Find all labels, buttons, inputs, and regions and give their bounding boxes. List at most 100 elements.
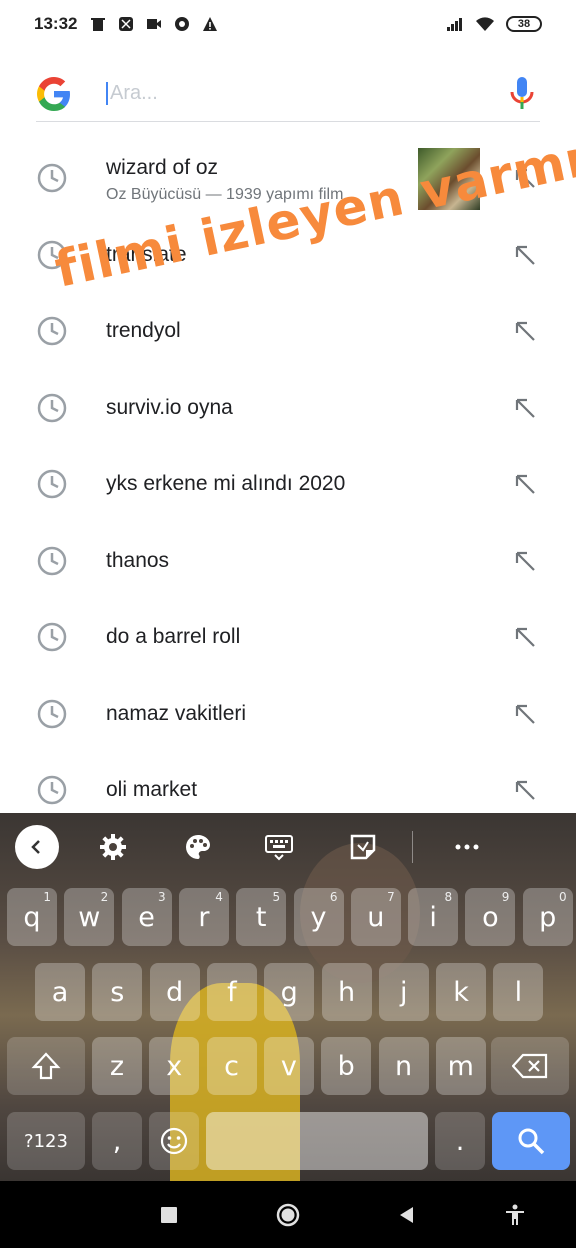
key-j[interactable]: j bbox=[378, 963, 429, 1021]
key-g-label: g bbox=[280, 976, 298, 1008]
key-q-hint: 1 bbox=[43, 890, 51, 904]
fill-query-arrow-icon[interactable] bbox=[514, 703, 536, 725]
key-e[interactable]: e3 bbox=[121, 888, 172, 946]
key-p-hint: 0 bbox=[559, 890, 567, 904]
key-z[interactable]: z bbox=[92, 1037, 142, 1095]
key-r-hint: 4 bbox=[215, 890, 223, 904]
key-h-label: h bbox=[337, 976, 356, 1008]
recents-icon[interactable] bbox=[157, 1203, 181, 1227]
key-t-label: t bbox=[255, 901, 267, 933]
home-icon[interactable] bbox=[276, 1203, 300, 1227]
toolbar-divider bbox=[412, 831, 413, 863]
key-t[interactable]: t5 bbox=[236, 888, 287, 946]
key-m[interactable]: m bbox=[435, 1037, 486, 1095]
status-system-icons: 38 bbox=[446, 16, 542, 32]
delete-key[interactable] bbox=[491, 1037, 569, 1095]
space-key[interactable] bbox=[206, 1112, 428, 1170]
comma-key[interactable]: , bbox=[92, 1112, 142, 1170]
key-u-hint: 7 bbox=[387, 890, 395, 904]
fill-query-arrow-icon[interactable] bbox=[514, 626, 536, 648]
key-p[interactable]: p0 bbox=[522, 888, 573, 946]
key-q-label: q bbox=[23, 901, 41, 933]
key-s[interactable]: s bbox=[92, 963, 143, 1021]
key-d[interactable]: d bbox=[149, 963, 200, 1021]
fill-query-arrow-icon[interactable] bbox=[514, 397, 536, 419]
keyboard-icon[interactable] bbox=[264, 833, 294, 861]
fill-query-arrow-icon[interactable] bbox=[514, 473, 536, 495]
key-z-label: z bbox=[109, 1050, 125, 1082]
key-y[interactable]: y6 bbox=[293, 888, 344, 946]
fill-query-arrow-icon[interactable] bbox=[514, 550, 536, 572]
suggestion-text: surviv.io oyna bbox=[106, 395, 233, 419]
suggestion-text: do a barrel roll bbox=[106, 625, 241, 649]
comma-key-label: , bbox=[112, 1125, 122, 1157]
search-input[interactable] bbox=[106, 82, 508, 105]
fill-query-arrow-icon[interactable] bbox=[514, 244, 536, 266]
key-h[interactable]: h bbox=[321, 963, 372, 1021]
key-y-label: y bbox=[310, 901, 327, 933]
key-j-label: j bbox=[400, 976, 408, 1008]
key-q[interactable]: q1 bbox=[7, 888, 57, 946]
period-key[interactable]: . bbox=[435, 1112, 485, 1170]
search-icon bbox=[518, 1128, 545, 1155]
key-v[interactable]: v bbox=[263, 1037, 314, 1095]
fill-query-arrow-icon[interactable] bbox=[514, 320, 536, 342]
key-o[interactable]: o9 bbox=[465, 888, 516, 946]
google-logo-icon bbox=[37, 76, 70, 111]
history-clock-icon bbox=[36, 468, 68, 500]
suggestion-text: trendyol bbox=[106, 319, 181, 343]
key-a[interactable]: a bbox=[35, 963, 85, 1021]
fill-query-arrow-icon[interactable] bbox=[514, 779, 536, 801]
key-c[interactable]: c bbox=[206, 1037, 257, 1095]
trash-icon bbox=[91, 18, 106, 31]
keyboard-back-button[interactable] bbox=[15, 825, 59, 869]
key-w[interactable]: w2 bbox=[64, 888, 115, 946]
history-clock-icon bbox=[36, 698, 68, 730]
status-time: 13:32 bbox=[34, 14, 78, 33]
suggestion-row[interactable]: trendyol bbox=[0, 293, 576, 370]
history-clock-icon bbox=[36, 392, 68, 424]
soft-keyboard: q 1 w 2 e 3 r 4 t 5 y 6 u 7 i 8 o 9 p 0 a s d f g h j k l z x c v b n m ?123… bbox=[0, 813, 576, 1181]
key-n[interactable]: n bbox=[378, 1037, 429, 1095]
key-x[interactable]: x bbox=[149, 1037, 200, 1095]
symbols-key-label: ?123 bbox=[24, 1130, 68, 1152]
key-f-label: f bbox=[227, 976, 237, 1008]
palette-icon[interactable] bbox=[183, 833, 213, 861]
key-l[interactable]: l bbox=[493, 963, 544, 1021]
key-i-label: i bbox=[429, 901, 437, 933]
history-clock-icon bbox=[36, 162, 68, 194]
suggestion-row[interactable]: namaz vakitleri bbox=[0, 676, 576, 753]
key-i[interactable]: i8 bbox=[408, 888, 459, 946]
key-m-label: m bbox=[447, 1050, 474, 1082]
key-k[interactable]: k bbox=[436, 963, 487, 1021]
symbols-key[interactable]: ?123 bbox=[7, 1112, 85, 1170]
suggestion-row[interactable]: yks erkene mi alındı 2020 bbox=[0, 446, 576, 523]
key-b[interactable]: b bbox=[321, 1037, 372, 1095]
history-clock-icon bbox=[36, 545, 68, 577]
key-e-label: e bbox=[138, 901, 155, 933]
status-bar: 13:32 38 bbox=[0, 0, 576, 48]
key-u[interactable]: u7 bbox=[350, 888, 401, 946]
back-icon[interactable] bbox=[395, 1203, 419, 1227]
settings-icon[interactable] bbox=[98, 833, 128, 861]
suggestion-row[interactable]: surviv.io oyna bbox=[0, 370, 576, 447]
key-r[interactable]: r4 bbox=[178, 888, 229, 946]
suggestion-row[interactable]: thanos bbox=[0, 523, 576, 600]
history-clock-icon bbox=[36, 774, 68, 806]
suggestion-row[interactable]: do a barrel roll bbox=[0, 599, 576, 676]
key-w-label: w bbox=[78, 901, 101, 933]
key-k-label: k bbox=[453, 976, 469, 1008]
key-g[interactable]: g bbox=[264, 963, 315, 1021]
shift-key[interactable] bbox=[7, 1037, 85, 1095]
accessibility-icon[interactable] bbox=[503, 1203, 527, 1227]
microphone-icon[interactable] bbox=[508, 76, 536, 112]
more-icon[interactable] bbox=[452, 833, 482, 861]
key-f[interactable]: f bbox=[206, 963, 257, 1021]
key-o-label: o bbox=[482, 901, 499, 933]
emoji-key[interactable] bbox=[149, 1112, 199, 1170]
key-c-label: c bbox=[224, 1050, 240, 1082]
sticker-icon[interactable] bbox=[348, 833, 378, 861]
chevron-left-icon bbox=[31, 840, 40, 854]
key-d-label: d bbox=[166, 976, 184, 1008]
search-enter-key[interactable] bbox=[492, 1112, 570, 1170]
